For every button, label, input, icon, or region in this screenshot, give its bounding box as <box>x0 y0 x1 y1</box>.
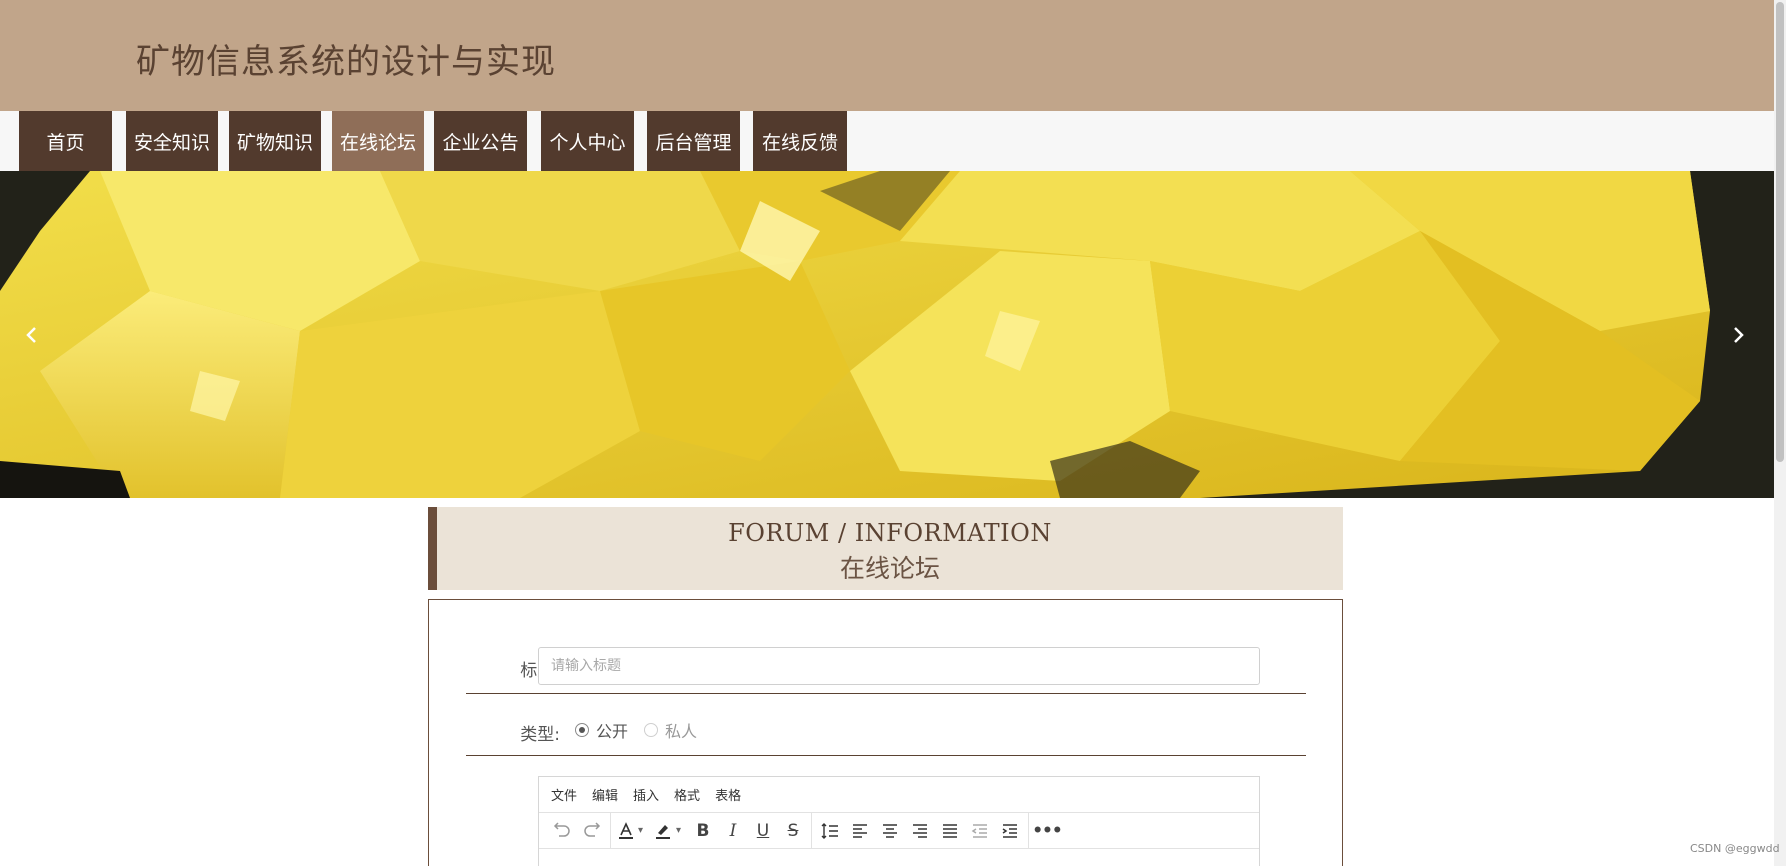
highlight-button[interactable] <box>650 816 676 846</box>
radio-unchecked-icon <box>644 723 658 737</box>
nav-item-announcements[interactable]: 企业公告 <box>434 111 527 171</box>
more-icon: ••• <box>1032 820 1063 841</box>
highlight-icon <box>656 824 670 839</box>
indent-icon <box>1002 823 1017 838</box>
editor-toolbar: ▾ ▾ B I U S ••• <box>539 812 1259 849</box>
type-public-radio[interactable]: 公开 <box>575 718 628 742</box>
align-right-button[interactable] <box>905 816 935 846</box>
align-right-icon <box>913 823 927 838</box>
editor-menu-format[interactable]: 格式 <box>674 785 700 804</box>
underline-button[interactable]: U <box>748 816 778 846</box>
line-height-icon <box>821 822 838 839</box>
undo-icon <box>553 821 570 837</box>
nav-item-profile[interactable]: 个人中心 <box>541 111 634 171</box>
bold-icon: B <box>696 820 710 841</box>
carousel-next-button[interactable] <box>1724 321 1752 349</box>
editor-menu-file[interactable]: 文件 <box>551 785 577 804</box>
align-center-icon <box>883 823 897 838</box>
type-label: 类型: <box>520 725 560 745</box>
editor-menu-table[interactable]: 表格 <box>715 785 741 804</box>
type-private-label: 私人 <box>665 722 698 741</box>
underline-icon: U <box>756 820 770 841</box>
editor-menu-edit[interactable]: 编辑 <box>592 785 618 804</box>
chevron-left-icon <box>26 327 36 343</box>
nav-item-safety[interactable]: 安全知识 <box>126 111 218 171</box>
nav-item-forum[interactable]: 在线论坛 <box>332 111 424 171</box>
section-title-en: FORUM / INFORMATION <box>728 519 1052 547</box>
forum-post-form: 标题: 类型: 公开 私人 文件 编辑 插入 格式 表格 <box>428 599 1343 866</box>
text-color-icon <box>619 821 633 839</box>
strikethrough-icon: S <box>787 820 799 841</box>
toolbar-divider <box>1028 812 1029 849</box>
italic-button[interactable]: I <box>718 816 748 846</box>
align-left-icon <box>853 823 867 838</box>
carousel-prev-button[interactable] <box>18 321 46 349</box>
section-heading: FORUM / INFORMATION 在线论坛 <box>428 507 1343 590</box>
indent-button[interactable] <box>995 816 1025 846</box>
nav-item-minerals[interactable]: 矿物知识 <box>229 111 321 171</box>
align-justify-button[interactable] <box>935 816 965 846</box>
italic-icon: I <box>729 820 737 841</box>
editor-menubar: 文件 编辑 插入 格式 表格 <box>539 777 1259 813</box>
toolbar-divider <box>811 812 812 849</box>
nav-item-admin[interactable]: 后台管理 <box>647 111 740 171</box>
watermark: CSDN @eggwdd <box>1690 842 1780 855</box>
line-height-button[interactable] <box>815 816 845 846</box>
nav-item-feedback[interactable]: 在线反馈 <box>753 111 847 171</box>
text-color-button[interactable] <box>614 816 638 846</box>
site-title: 矿物信息系统的设计与实现 <box>136 42 556 82</box>
section-title-cn: 在线论坛 <box>839 554 940 583</box>
toolbar-divider <box>610 812 611 849</box>
title-input[interactable] <box>538 647 1260 685</box>
main-nav: 首页 安全知识 矿物知识 在线论坛 企业公告 个人中心 后台管理 在线反馈 <box>0 111 1774 171</box>
outdent-icon <box>971 823 987 838</box>
radio-checked-icon <box>575 723 589 737</box>
redo-button[interactable] <box>577 816 607 846</box>
banner-carousel[interactable] <box>0 171 1774 498</box>
more-button[interactable]: ••• <box>1032 816 1063 846</box>
undo-button[interactable] <box>547 816 577 846</box>
chevron-down-icon[interactable]: ▾ <box>638 825 650 836</box>
nav-item-home[interactable]: 首页 <box>19 111 112 171</box>
chevron-right-icon <box>1734 327 1744 343</box>
align-left-button[interactable] <box>845 816 875 846</box>
content-editor: 文件 编辑 插入 格式 表格 ▾ ▾ B I U S ••• <box>538 776 1260 866</box>
page-scrollbar[interactable] <box>1774 0 1786 866</box>
outdent-button[interactable] <box>965 816 995 846</box>
redo-icon <box>584 821 601 837</box>
type-public-label: 公开 <box>596 722 629 741</box>
align-justify-icon <box>943 823 957 838</box>
strikethrough-button[interactable]: S <box>778 816 808 846</box>
site-header: 矿物信息系统的设计与实现 <box>0 0 1774 111</box>
banner-image <box>0 171 1774 498</box>
chevron-down-icon[interactable]: ▾ <box>676 825 688 836</box>
type-private-radio[interactable]: 私人 <box>644 718 697 742</box>
scrollbar-thumb[interactable] <box>1776 2 1784 462</box>
bold-button[interactable]: B <box>688 816 718 846</box>
align-center-button[interactable] <box>875 816 905 846</box>
editor-menu-insert[interactable]: 插入 <box>633 785 659 804</box>
